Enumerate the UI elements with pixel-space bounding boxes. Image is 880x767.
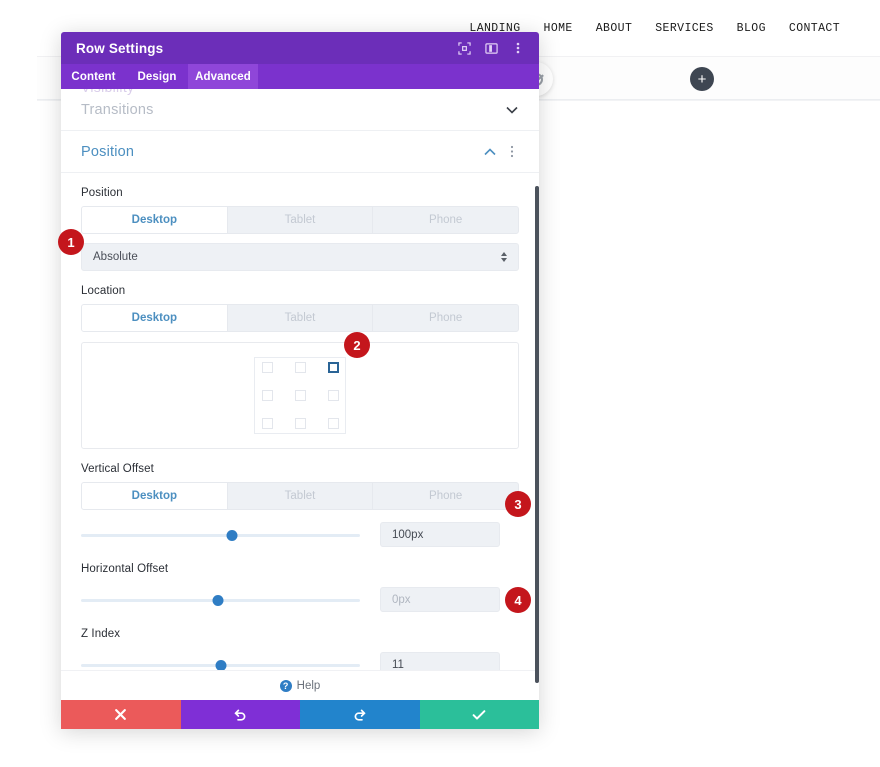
location-bottom-left[interactable]: [255, 408, 285, 433]
chevron-down-icon[interactable]: [505, 103, 519, 117]
position-field-label: Position: [81, 187, 123, 199]
position-section-body: Position Desktop Tablet Phone Absolute L…: [61, 187, 539, 670]
horizontal-offset-slider[interactable]: [81, 590, 360, 610]
cancel-button[interactable]: [61, 700, 181, 729]
slider-handle[interactable]: [215, 659, 226, 670]
section-options-kebab-icon[interactable]: [505, 145, 519, 159]
expand-icon[interactable]: [457, 41, 471, 55]
undo-button[interactable]: [180, 700, 300, 729]
row-settings-modal: Row Settings Content Design Advanced Tra…: [61, 32, 539, 729]
location-device-switch[interactable]: Desktop Tablet Phone: [81, 304, 519, 332]
position-device-switch[interactable]: Desktop Tablet Phone: [81, 206, 519, 234]
tab-advanced[interactable]: Advanced: [188, 64, 258, 89]
location-device-tablet[interactable]: Tablet: [228, 305, 374, 331]
section-position-label: Position: [81, 143, 135, 160]
voffset-device-tablet[interactable]: Tablet: [228, 483, 374, 509]
z-index-label: Z Index: [81, 628, 121, 640]
horizontal-offset-label: Horizontal Offset: [81, 563, 169, 575]
location-bottom-center[interactable]: [285, 408, 315, 433]
horizontal-offset-row: 0px: [81, 587, 519, 612]
ghost-scrolled-section-label: Visibility: [81, 89, 134, 95]
vertical-offset-row: 100px: [81, 522, 519, 547]
horizontal-offset-value[interactable]: 0px: [380, 587, 500, 612]
modal-scroll-body[interactable]: Visibility Transitions Position Position: [61, 89, 539, 670]
callout-badge-4: 4: [505, 587, 531, 613]
vertical-offset-value[interactable]: 100px: [380, 522, 500, 547]
voffset-device-phone[interactable]: Phone: [373, 483, 518, 509]
save-button[interactable]: [419, 700, 539, 729]
nav-item-home[interactable]: HOME: [544, 22, 573, 35]
location-center-left[interactable]: [255, 383, 285, 408]
location-picker[interactable]: [81, 342, 519, 449]
location-field-label: Location: [81, 285, 126, 297]
location-device-desktop[interactable]: Desktop: [82, 305, 228, 331]
nav-item-about[interactable]: ABOUT: [596, 22, 633, 35]
position-device-desktop[interactable]: Desktop: [82, 207, 228, 233]
nav-item-services[interactable]: SERVICES: [655, 22, 713, 35]
callout-badge-2: 2: [344, 332, 370, 358]
slider-track: [81, 533, 360, 537]
add-module-button[interactable]: +: [690, 67, 714, 91]
help-icon: ?: [279, 679, 292, 692]
help-label[interactable]: Help: [297, 680, 321, 692]
location-center-right[interactable]: [315, 383, 345, 408]
position-device-phone[interactable]: Phone: [373, 207, 518, 233]
location-top-right[interactable]: [315, 358, 345, 383]
location-device-phone[interactable]: Phone: [373, 305, 518, 331]
help-bar[interactable]: ? Help: [61, 670, 539, 700]
tab-design[interactable]: Design: [126, 64, 188, 89]
layout-toggle-icon[interactable]: [484, 41, 498, 55]
vertical-offset-slider[interactable]: [81, 525, 360, 545]
position-select-value: Absolute: [93, 251, 138, 263]
position-device-tablet[interactable]: Tablet: [228, 207, 374, 233]
redo-button[interactable]: [300, 700, 420, 729]
z-index-row: 11: [81, 652, 519, 670]
slider-handle[interactable]: [212, 594, 224, 606]
modal-scrollbar[interactable]: [535, 186, 539, 683]
z-index-slider[interactable]: [81, 655, 360, 670]
modal-tab-bar[interactable]: Content Design Advanced: [61, 64, 539, 89]
nav-item-blog[interactable]: BLOG: [737, 22, 766, 35]
location-bottom-right[interactable]: [315, 408, 345, 433]
kebab-menu-icon[interactable]: [511, 41, 525, 55]
section-transitions[interactable]: Transitions: [61, 89, 539, 131]
modal-title: Row Settings: [76, 40, 164, 56]
modal-header: Row Settings: [61, 32, 539, 64]
tab-content[interactable]: Content: [61, 64, 126, 89]
callout-badge-1: 1: [58, 229, 84, 255]
vertical-offset-device-switch[interactable]: Desktop Tablet Phone: [81, 482, 519, 510]
callout-badge-3: 3: [505, 491, 531, 517]
location-grid[interactable]: [254, 357, 346, 434]
nav-item-contact[interactable]: CONTACT: [789, 22, 840, 35]
slider-handle[interactable]: [226, 529, 238, 541]
location-center[interactable]: [285, 383, 315, 408]
section-position[interactable]: Position: [61, 131, 539, 173]
modal-header-icons: [457, 41, 525, 55]
location-top-left[interactable]: [255, 358, 285, 383]
location-top-center[interactable]: [285, 358, 315, 383]
z-index-value[interactable]: 11: [380, 652, 500, 670]
voffset-device-desktop[interactable]: Desktop: [82, 483, 228, 509]
select-stepper-icon[interactable]: [499, 250, 508, 264]
modal-footer: [61, 700, 539, 729]
position-select[interactable]: Absolute: [81, 243, 519, 271]
chevron-up-icon[interactable]: [483, 145, 497, 159]
vertical-offset-label: Vertical Offset: [81, 463, 154, 475]
section-transitions-label: Transitions: [81, 101, 154, 118]
